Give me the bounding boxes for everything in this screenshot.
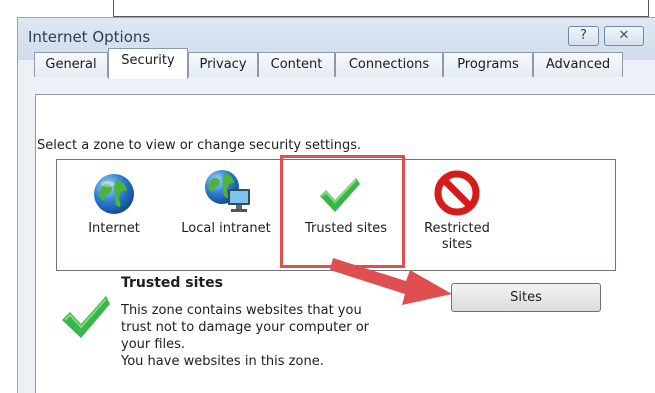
tab-privacy[interactable]: Privacy [188, 52, 258, 77]
zone-restricted-line1: Restricted [424, 221, 490, 236]
tab-connections[interactable]: Connections [335, 52, 443, 77]
help-button[interactable]: ? [568, 26, 599, 46]
selected-zone-title: Trusted sites [121, 275, 223, 291]
globe-icon[interactable] [92, 172, 136, 216]
description-line: This zone contains websites that you [121, 303, 362, 318]
sites-button[interactable]: Sites [451, 283, 601, 312]
background-window-edge [113, 0, 649, 17]
description-line: your files. [121, 337, 186, 352]
screenshot-stage: Internet Options ? ✕ General Security Pr… [0, 0, 655, 393]
tab-general[interactable]: General [34, 52, 108, 77]
tab-security[interactable]: Security [108, 48, 188, 79]
window-title: Internet Options [28, 28, 151, 46]
zone-restricted-sites-label[interactable]: Restricted sites [413, 221, 501, 253]
intranet-icon[interactable] [202, 167, 256, 217]
zone-restricted-line2: sites [441, 237, 473, 252]
highlight-box [280, 155, 405, 268]
selected-zone-description: This zone contains websites that you tru… [121, 302, 421, 370]
zone-instruction-text: Select a zone to view or change security… [37, 138, 362, 153]
prohibited-icon[interactable] [434, 170, 480, 216]
zone-local-intranet-label[interactable]: Local intranet [173, 221, 279, 237]
description-line: You have websites in this zone. [121, 354, 324, 369]
selected-zone-checkmark-icon [62, 296, 110, 338]
zone-internet-label[interactable]: Internet [76, 221, 152, 237]
tab-advanced[interactable]: Advanced [533, 52, 623, 77]
close-button[interactable]: ✕ [604, 26, 644, 46]
description-line: trust not to damage your computer or [121, 320, 370, 335]
tab-programs[interactable]: Programs [443, 52, 533, 77]
tab-content[interactable]: Content [258, 52, 335, 77]
